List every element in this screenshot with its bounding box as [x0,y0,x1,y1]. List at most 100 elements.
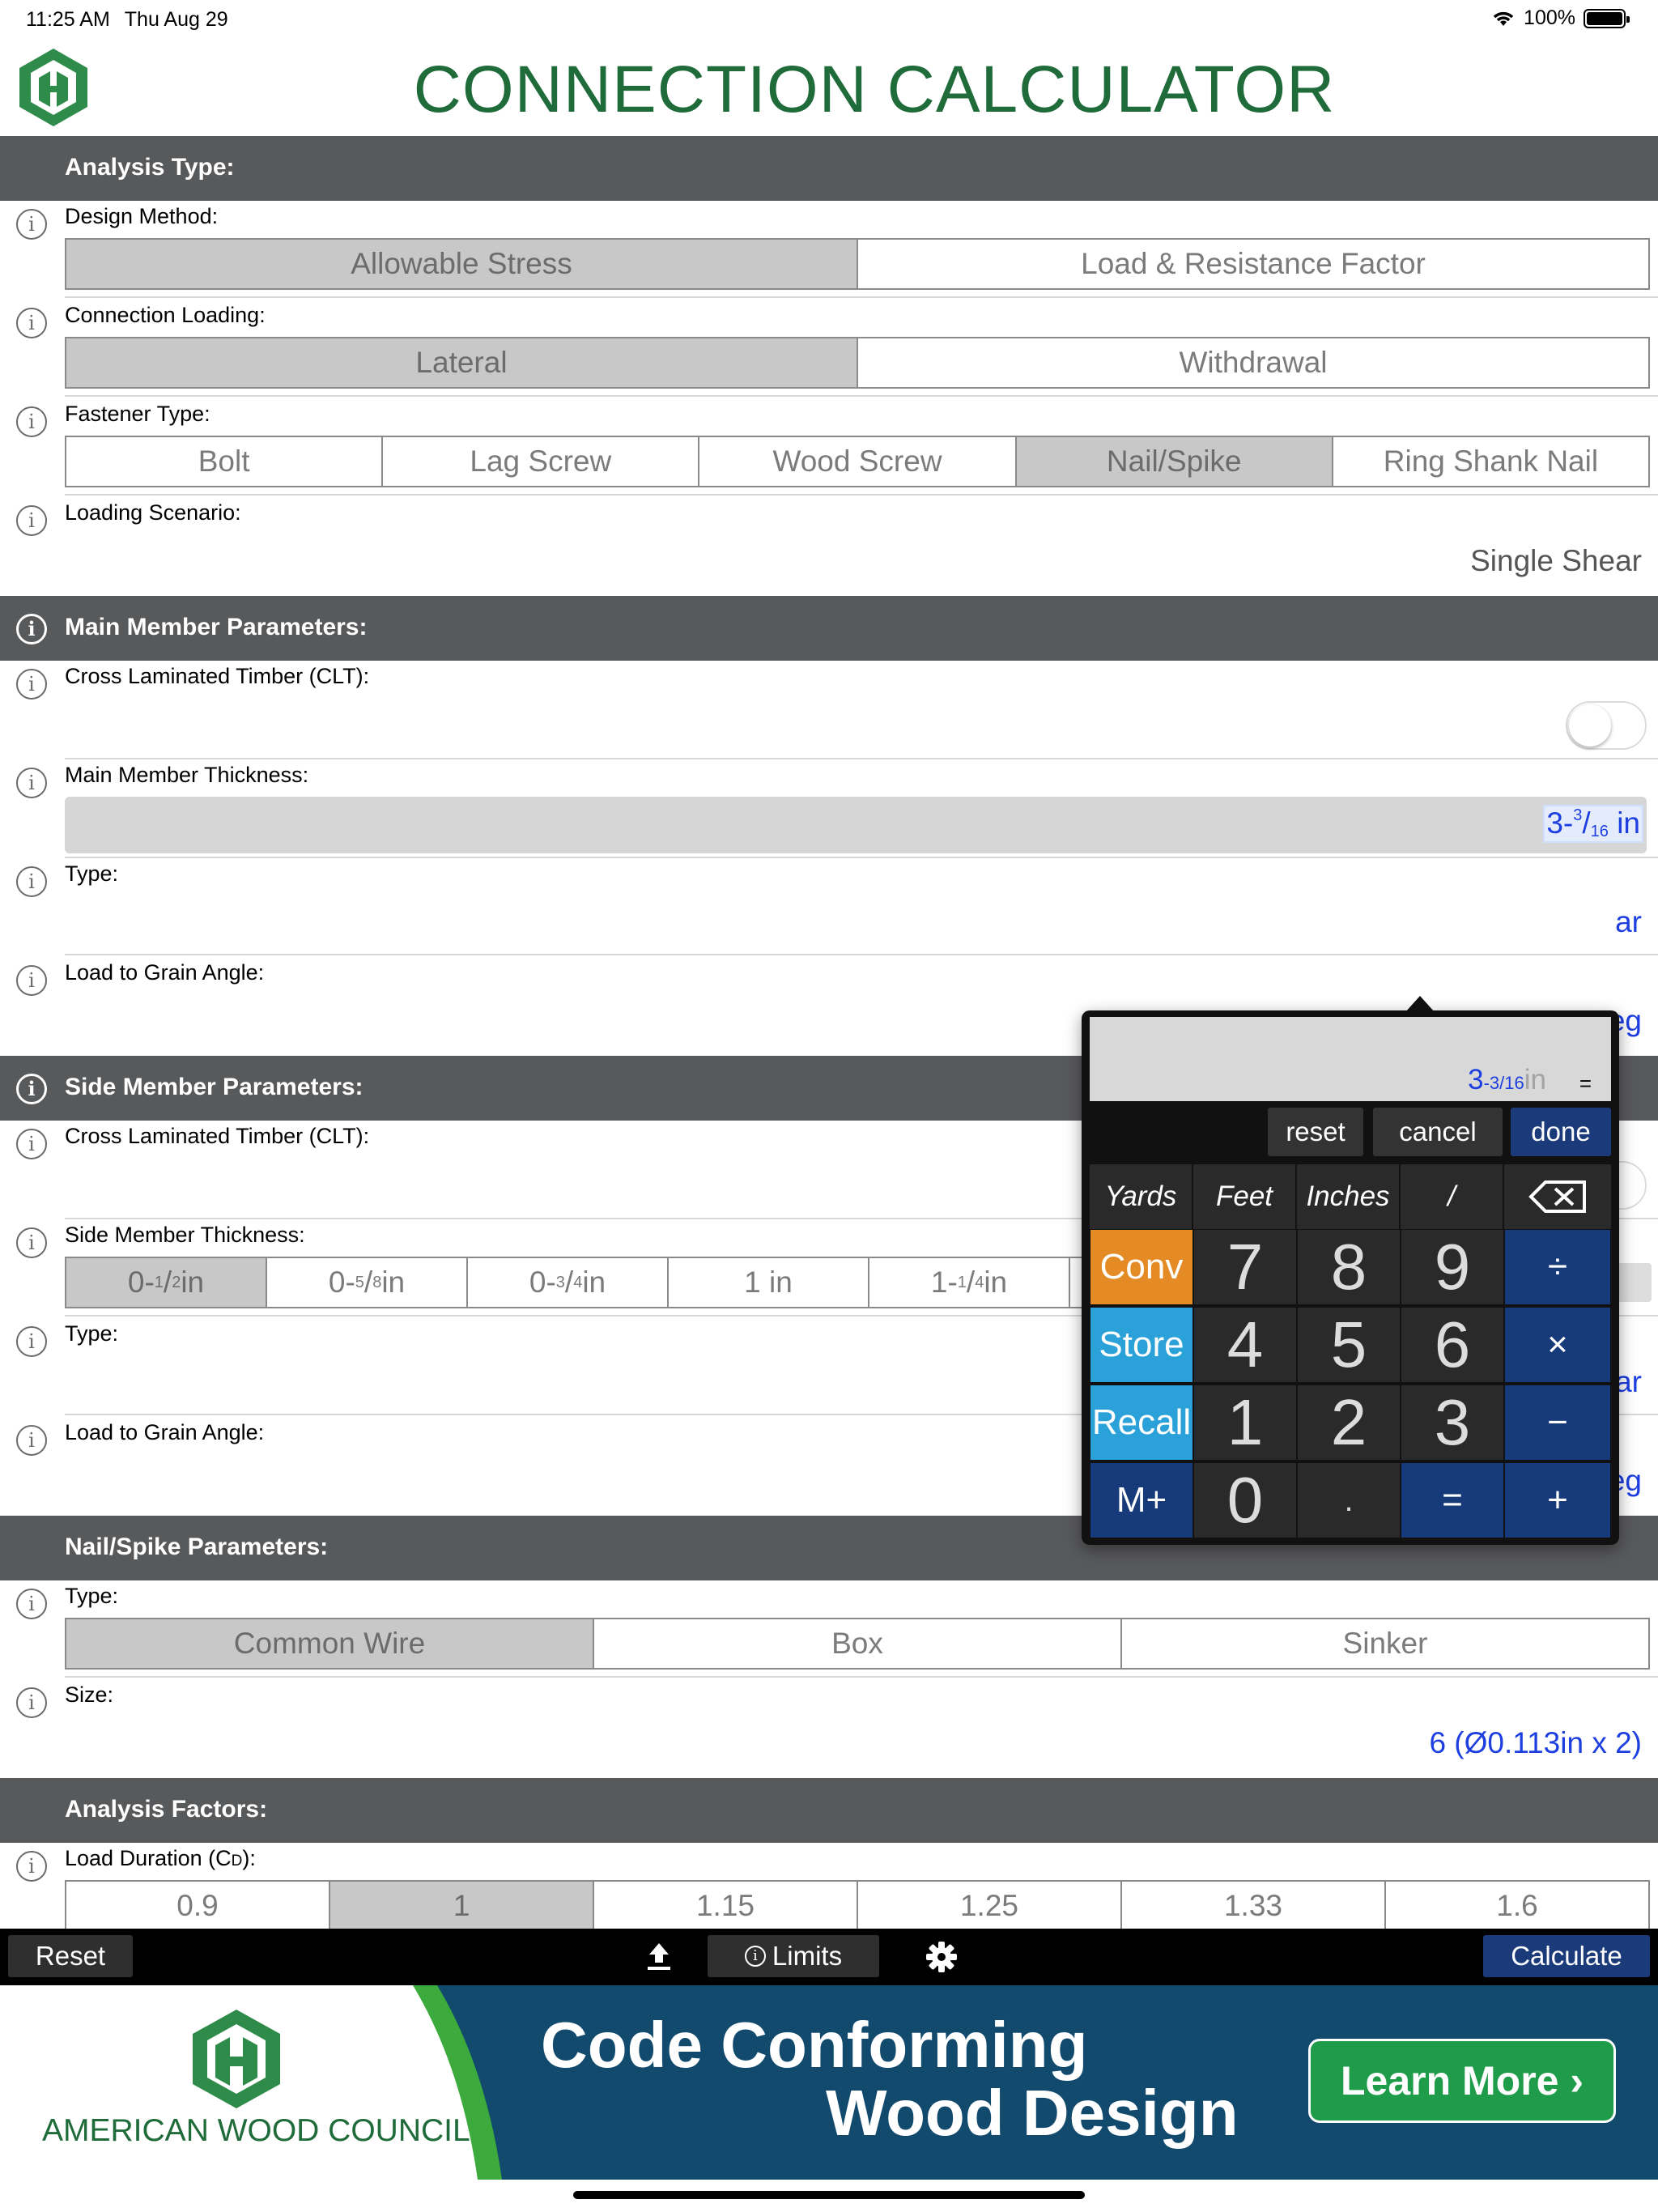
calc-equals-button[interactable]: = [1401,1462,1504,1538]
learn-more-button[interactable]: Learn More › [1308,2039,1616,2123]
connection-loading-segmented[interactable]: Lateral Withdrawal [65,337,1650,389]
calc-backspace-button[interactable] [1504,1164,1611,1229]
info-icon[interactable]: i [16,1326,47,1357]
main-thickness-value[interactable]: 3-3/16 in [1543,805,1643,843]
info-icon[interactable]: i [16,1227,47,1258]
info-icon[interactable]: i [16,1129,47,1159]
info-icon[interactable]: i [16,308,47,338]
fastener-type-segmented[interactable]: Bolt Lag Screw Wood Screw Nail/Spike Rin… [65,436,1650,487]
calc-key-6[interactable]: 6 [1401,1307,1504,1383]
info-icon[interactable]: i [16,1687,47,1718]
main-thickness-field[interactable]: 3-3/16 in [65,797,1647,853]
share-upload-icon[interactable] [644,1940,674,1972]
fastener-option-nail-spike[interactable]: Nail/Spike [1016,437,1333,486]
backspace-icon [1528,1180,1586,1213]
calc-recall-button[interactable]: Recall [1090,1385,1193,1461]
calc-key-dot[interactable]: . [1297,1462,1401,1538]
info-icon[interactable]: i [16,965,47,996]
fastener-option-bolt[interactable]: Bolt [66,437,384,486]
fastener-option-ring-shank-nail[interactable]: Ring Shank Nail [1333,437,1649,486]
home-indicator[interactable] [573,2191,1085,2199]
calc-done-button[interactable]: done [1511,1108,1611,1156]
calc-mplus-button[interactable]: M+ [1090,1462,1193,1538]
nail-type-segmented[interactable]: Common Wire Box Sinker [65,1618,1650,1670]
calc-unit-inches[interactable]: Inches [1297,1164,1401,1229]
info-icon[interactable]: i [16,614,47,644]
calc-fraction-slash[interactable]: / [1401,1164,1504,1229]
calc-unit-yards[interactable]: Yards [1090,1164,1193,1229]
calculate-button[interactable]: Calculate [1483,1935,1650,1977]
form-content[interactable]: Analysis Type: i Design Method: Allowabl… [0,136,1658,1929]
nail-size-value[interactable]: 6 (Ø0.113in x 2) [1429,1726,1642,1760]
main-clt-toggle[interactable] [1566,701,1647,750]
info-icon[interactable]: i [16,505,47,536]
side-thickness-option[interactable]: 0- 3/4 in [468,1258,669,1307]
calc-key-0[interactable]: 0 [1193,1462,1297,1538]
opt-num: 1 [957,1273,967,1291]
load-duration-option[interactable]: 1 [330,1882,594,1929]
calc-reset-button[interactable]: reset [1268,1108,1363,1156]
load-duration-option[interactable]: 1.6 [1386,1882,1648,1929]
calc-key-4[interactable]: 4 [1193,1307,1297,1383]
calc-store-button[interactable]: Store [1090,1307,1193,1383]
fastener-option-wood-screw[interactable]: Wood Screw [699,437,1017,486]
design-method-option-lrfd[interactable]: Load & Resistance Factor [858,240,1648,288]
battery-percent: 100% [1524,6,1575,29]
info-icon[interactable]: i [16,669,47,700]
opt-num: 5 [355,1273,364,1291]
info-icon[interactable]: i [16,1074,47,1104]
connection-loading-option-withdrawal[interactable]: Withdrawal [858,338,1648,387]
load-duration-segmented[interactable]: 0.9 1 1.15 1.25 1.33 1.6 [65,1880,1650,1929]
info-icon[interactable]: i [16,1425,47,1456]
info-icon[interactable]: i [16,209,47,240]
calc-key-9[interactable]: 9 [1401,1229,1504,1305]
opt-num: 1 [154,1273,164,1291]
nail-type-option-common-wire[interactable]: Common Wire [66,1619,594,1668]
calc-multiply-button[interactable]: × [1504,1307,1611,1383]
info-icon[interactable]: i [16,768,47,798]
reset-button[interactable]: Reset [8,1935,133,1977]
side-thickness-option[interactable]: 1 in [669,1258,869,1307]
nail-type-option-sinker[interactable]: Sinker [1122,1619,1648,1668]
design-method-option-asd[interactable]: Allowable Stress [66,240,858,288]
main-type-value[interactable]: ar [1615,905,1642,939]
calculator-icon[interactable] [1618,1263,1652,1302]
info-icon[interactable]: i [16,1589,47,1619]
calc-cancel-button[interactable]: cancel [1373,1108,1503,1156]
limits-button[interactable]: i Limits [708,1935,879,1977]
load-duration-option[interactable]: 1.15 [594,1882,858,1929]
calc-key-8[interactable]: 8 [1297,1229,1401,1305]
calc-divide-button[interactable]: ÷ [1504,1229,1611,1305]
calc-key-7[interactable]: 7 [1193,1229,1297,1305]
side-thickness-option[interactable]: 1- 1/4 in [869,1258,1070,1307]
display-frac: -3/16 [1483,1073,1524,1093]
side-thickness-option[interactable]: 0- 1/2 in [66,1258,267,1307]
load-duration-option[interactable]: 1.33 [1122,1882,1386,1929]
fastener-option-lag-screw[interactable]: Lag Screw [383,437,700,486]
calc-subtract-button[interactable]: − [1504,1385,1611,1461]
side-type-value[interactable]: ar [1615,1365,1642,1399]
calc-key-3[interactable]: 3 [1401,1385,1504,1461]
calc-key-5[interactable]: 5 [1297,1307,1401,1383]
calc-unit-feet[interactable]: Feet [1193,1164,1297,1229]
info-icon[interactable]: i [16,1851,47,1882]
calc-add-button[interactable]: + [1504,1462,1611,1538]
divider [65,954,1658,955]
load-duration-option[interactable]: 0.9 [66,1882,330,1929]
info-icon[interactable]: i [16,406,47,437]
side-thickness-option[interactable]: 0- 5/8 in [267,1258,468,1307]
calculator-display: 3-3/16in = [1090,1017,1611,1101]
awc-banner-ad[interactable]: AMERICAN WOOD COUNCIL Code Conforming Wo… [0,1985,1658,2180]
calc-key-2[interactable]: 2 [1297,1385,1401,1461]
design-method-segmented[interactable]: Allowable Stress Load & Resistance Facto… [65,238,1650,290]
calc-conv-button[interactable]: Conv [1090,1229,1193,1305]
calc-key-1[interactable]: 1 [1193,1385,1297,1461]
load-duration-option[interactable]: 1.25 [858,1882,1122,1929]
opt-whole: 1- [930,1266,958,1299]
nail-type-option-box[interactable]: Box [594,1619,1122,1668]
gear-icon[interactable] [925,1940,959,1974]
info-icon[interactable]: i [16,866,47,897]
fraction-calculator-popover[interactable]: 3-3/16in = reset cancel done Yards Feet … [1082,996,1619,1545]
connection-loading-option-lateral[interactable]: Lateral [66,338,858,387]
loading-scenario-value[interactable]: Single Shear [1470,544,1642,578]
